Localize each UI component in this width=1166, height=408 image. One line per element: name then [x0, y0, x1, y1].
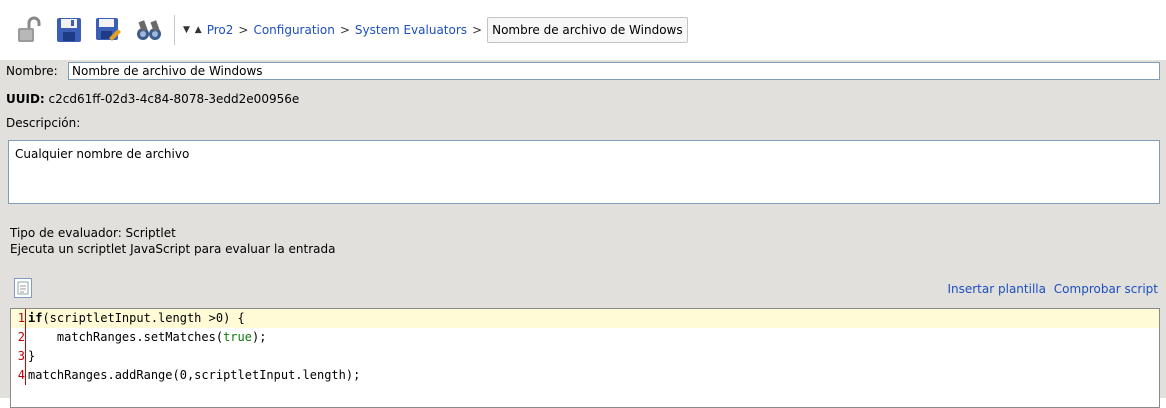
evaluator-type: Tipo de evaluador: Scriptlet	[10, 226, 176, 240]
breadcrumb-configuration[interactable]: Configuration	[253, 23, 334, 37]
save-icon[interactable]	[54, 15, 84, 45]
evaluator-description: Ejecuta un scriptlet JavaScript para eva…	[10, 242, 336, 256]
name-label: Nombre:	[6, 64, 58, 78]
code-line: 3 }	[11, 347, 1159, 366]
document-icon[interactable]	[14, 278, 32, 298]
code-text: );	[251, 330, 267, 344]
description-field[interactable]: Cualquier nombre de archivo	[8, 140, 1160, 204]
evaluator-form: Nombre: Nombre de archivo de Windows UUI…	[0, 60, 1166, 408]
uuid-label: UUID:	[6, 92, 45, 106]
save-as-icon[interactable]	[94, 15, 124, 45]
breadcrumb-pro2[interactable]: Pro2	[207, 23, 234, 37]
uuid-row: UUID: c2cd61ff-02d3-4c84-8078-3edd2e0095…	[6, 92, 299, 106]
code-keyword: if	[28, 311, 43, 325]
description-label: Descripción:	[6, 116, 81, 130]
breadcrumb-current: Nombre de archivo de Windows	[487, 17, 688, 43]
line-number: 1	[11, 309, 26, 328]
code-text: (scriptletInput.length >0) {	[42, 311, 245, 325]
uuid-value: c2cd61ff-02d3-4c84-8078-3edd2e00956e	[48, 92, 300, 106]
line-number: 4	[11, 366, 26, 385]
breadcrumb-separator: >	[339, 23, 350, 37]
editor-links: Insertar plantilla Comprobar script	[947, 282, 1158, 296]
code-text: }	[28, 349, 36, 363]
line-number: 2	[11, 328, 26, 347]
toolbar-separator	[174, 15, 175, 45]
check-script-link[interactable]: Comprobar script	[1054, 282, 1158, 296]
code-text: matchRanges.setMatches(	[28, 330, 224, 344]
binoculars-icon[interactable]	[134, 15, 164, 45]
line-number: 3	[11, 347, 26, 366]
code-line: 1 if (scriptletInput.length >0) {	[11, 309, 1159, 328]
breadcrumb-separator: >	[472, 23, 483, 37]
insert-template-link[interactable]: Insertar plantilla	[947, 282, 1046, 296]
code-literal: true	[223, 330, 252, 344]
breadcrumb: Pro2 > Configuration > System Evaluators…	[207, 17, 688, 43]
script-editor[interactable]: 1 if (scriptletInput.length >0) { 2 match…	[10, 308, 1160, 408]
code-text: matchRanges.addRange(0,scriptletInput.le…	[28, 368, 361, 382]
history-arrows[interactable]: ▼ ▲	[183, 25, 203, 35]
name-field[interactable]: Nombre de archivo de Windows	[68, 62, 1160, 80]
code-line: 2 matchRanges.setMatches(true);	[11, 328, 1159, 347]
toolbar: ▼ ▲ Pro2 > Configuration > System Evalua…	[0, 0, 1166, 60]
unlock-icon[interactable]	[14, 15, 44, 45]
breadcrumb-separator: >	[238, 23, 249, 37]
breadcrumb-system-evaluators[interactable]: System Evaluators	[355, 23, 467, 37]
code-line: 4 matchRanges.addRange(0,scriptletInput.…	[11, 366, 1159, 385]
